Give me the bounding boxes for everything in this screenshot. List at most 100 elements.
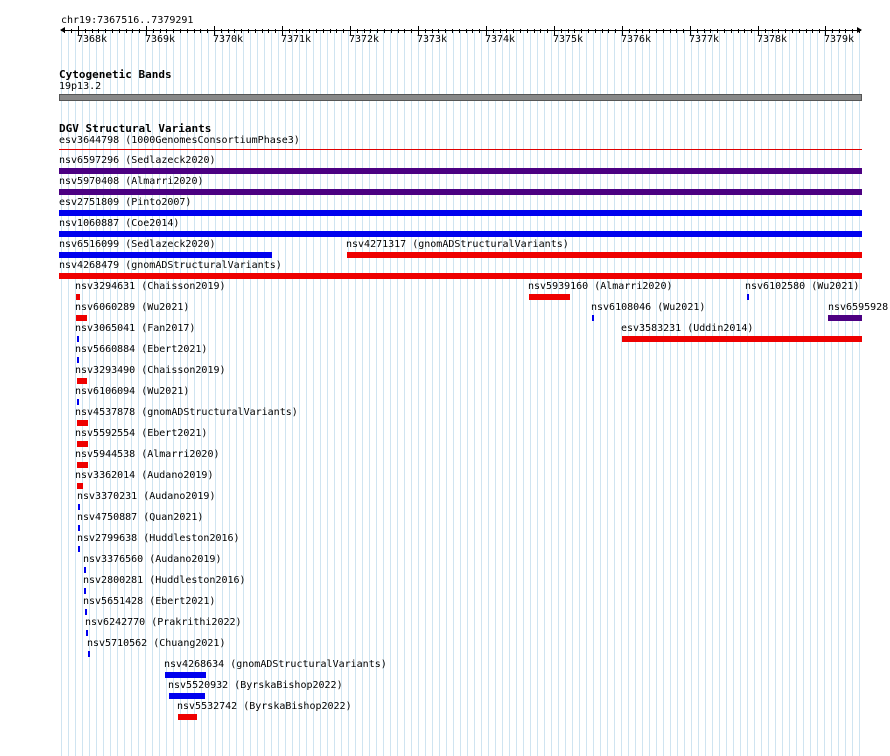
variant-label[interactable]: nsv6102580 (Wu2021) bbox=[745, 281, 859, 293]
ruler-minor-tick bbox=[228, 29, 229, 33]
variant-label[interactable]: nsv4268479 (gnomADStructuralVariants) bbox=[59, 260, 282, 272]
variant-label[interactable]: nsv4268634 (gnomADStructuralVariants) bbox=[164, 659, 387, 671]
variant-label[interactable]: nsv4271317 (gnomADStructuralVariants) bbox=[346, 239, 569, 251]
variant-bar[interactable] bbox=[77, 378, 87, 384]
grid-line bbox=[845, 30, 846, 756]
grid-line bbox=[446, 30, 447, 756]
variant-bar[interactable] bbox=[77, 441, 88, 447]
variant-label[interactable]: nsv2800281 (Huddleston2016) bbox=[83, 575, 246, 587]
variant-bar[interactable] bbox=[59, 252, 272, 258]
variant-label[interactable]: nsv3294631 (Chaisson2019) bbox=[75, 281, 226, 293]
variant-bar[interactable] bbox=[78, 525, 80, 531]
variant-label[interactable]: nsv5710562 (Chuang2021) bbox=[87, 638, 225, 650]
ruler-minor-tick bbox=[615, 29, 616, 33]
variant-label[interactable]: nsv5939160 (Almarri2020) bbox=[528, 281, 673, 293]
variant-label[interactable]: nsv5651428 (Ebert2021) bbox=[83, 596, 215, 608]
variant-bar[interactable] bbox=[169, 693, 205, 699]
variant-bar[interactable] bbox=[59, 189, 862, 195]
ruler-minor-tick bbox=[221, 29, 222, 33]
ruler-minor-tick bbox=[445, 29, 446, 33]
variant-bar[interactable] bbox=[529, 294, 570, 300]
grid-line bbox=[670, 30, 671, 756]
grid-line bbox=[810, 30, 811, 756]
grid-line bbox=[803, 30, 804, 756]
variant-bar[interactable] bbox=[59, 168, 862, 174]
variant-label[interactable]: nsv5970408 (Almarri2020) bbox=[59, 176, 204, 188]
variant-label[interactable]: nsv6516099 (Sedlazeck2020) bbox=[59, 239, 216, 251]
variant-label[interactable]: nsv4537878 (gnomADStructuralVariants) bbox=[75, 407, 298, 419]
ruler-minor-tick bbox=[255, 29, 256, 33]
variant-label[interactable]: nsv5532742 (ByrskaBishop2022) bbox=[177, 701, 352, 713]
variant-bar[interactable] bbox=[84, 567, 86, 573]
ruler-minor-tick bbox=[772, 29, 773, 33]
variant-bar[interactable] bbox=[78, 546, 80, 552]
grid-line bbox=[544, 30, 545, 756]
variant-label[interactable]: nsv6106094 (Wu2021) bbox=[75, 386, 189, 398]
variant-bar[interactable] bbox=[59, 210, 862, 216]
grid-line bbox=[376, 30, 377, 756]
variant-label[interactable]: nsv6597296 (Sedlazeck2020) bbox=[59, 155, 216, 167]
variant-label[interactable]: nsv6595928 bbox=[828, 302, 888, 314]
band-19p13.2[interactable] bbox=[59, 94, 862, 101]
variant-bar[interactable] bbox=[77, 336, 79, 342]
variant-label[interactable]: esv3583231 (Uddin2014) bbox=[621, 323, 753, 335]
variant-bar[interactable] bbox=[592, 315, 594, 321]
variant-bar[interactable] bbox=[347, 252, 862, 258]
ruler-minor-tick bbox=[540, 29, 541, 33]
variant-bar[interactable] bbox=[59, 273, 862, 279]
variant-label[interactable]: nsv3362014 (Audano2019) bbox=[75, 470, 213, 482]
variant-bar[interactable] bbox=[85, 609, 87, 615]
variant-label[interactable]: nsv6242770 (Prakrithi2022) bbox=[85, 617, 242, 629]
variant-bar[interactable] bbox=[77, 357, 79, 363]
variant-bar[interactable] bbox=[77, 399, 79, 405]
variant-bar[interactable] bbox=[77, 462, 88, 468]
variant-label[interactable]: nsv4750887 (Quan2021) bbox=[77, 512, 203, 524]
variant-bar[interactable] bbox=[59, 231, 862, 237]
variant-bar[interactable] bbox=[77, 420, 88, 426]
ruler-minor-tick bbox=[520, 29, 521, 33]
variant-label[interactable]: esv2751809 (Pinto2007) bbox=[59, 197, 191, 209]
variant-bar[interactable] bbox=[86, 630, 88, 636]
variant-bar[interactable] bbox=[76, 294, 80, 300]
variant-bar[interactable] bbox=[747, 294, 749, 300]
variant-label[interactable]: nsv5660884 (Ebert2021) bbox=[75, 344, 207, 356]
grid-line bbox=[852, 30, 853, 756]
ruler-minor-tick bbox=[112, 29, 113, 33]
variant-bar[interactable] bbox=[77, 483, 83, 489]
grid-line bbox=[705, 30, 706, 756]
variant-bar[interactable] bbox=[88, 651, 90, 657]
variant-bar[interactable] bbox=[165, 672, 206, 678]
ruler-tick-label: 7372k bbox=[348, 34, 380, 45]
variant-label[interactable]: nsv5592554 (Ebert2021) bbox=[75, 428, 207, 440]
variant-label[interactable]: nsv6060289 (Wu2021) bbox=[75, 302, 189, 314]
variant-label[interactable]: nsv3370231 (Audano2019) bbox=[77, 491, 215, 503]
grid-line bbox=[761, 30, 762, 756]
ruler-minor-tick bbox=[432, 29, 433, 33]
variant-label[interactable]: nsv3293490 (Chaisson2019) bbox=[75, 365, 226, 377]
variant-label[interactable]: nsv3376560 (Audano2019) bbox=[83, 554, 221, 566]
variant-label[interactable]: nsv5520932 (ByrskaBishop2022) bbox=[168, 680, 343, 692]
ruler-minor-tick bbox=[595, 29, 596, 33]
grid-line bbox=[621, 30, 622, 756]
grid-line bbox=[320, 30, 321, 756]
variant-label[interactable]: nsv2799638 (Huddleston2016) bbox=[77, 533, 240, 545]
variant-label[interactable]: nsv6108046 (Wu2021) bbox=[591, 302, 705, 314]
grid-line bbox=[747, 30, 748, 756]
grid-line bbox=[516, 30, 517, 756]
variant-bar[interactable] bbox=[622, 336, 862, 342]
variant-label[interactable]: nsv1060887 (Coe2014) bbox=[59, 218, 179, 230]
ruler-minor-tick bbox=[683, 29, 684, 33]
grid-line bbox=[530, 30, 531, 756]
variant-label[interactable]: nsv5944538 (Almarri2020) bbox=[75, 449, 220, 461]
variant-bar[interactable] bbox=[59, 149, 862, 150]
variant-bar[interactable] bbox=[78, 504, 80, 510]
variant-label[interactable]: esv3644798 (1000GenomesConsortiumPhase3) bbox=[59, 135, 300, 147]
variant-bar[interactable] bbox=[76, 315, 87, 321]
grid-line bbox=[439, 30, 440, 756]
variant-bar[interactable] bbox=[178, 714, 197, 720]
variant-bar[interactable] bbox=[828, 315, 862, 321]
variant-bar[interactable] bbox=[84, 588, 86, 594]
grid-line bbox=[712, 30, 713, 756]
ruler-minor-tick bbox=[452, 29, 453, 33]
variant-label[interactable]: nsv3065041 (Fan2017) bbox=[75, 323, 195, 335]
